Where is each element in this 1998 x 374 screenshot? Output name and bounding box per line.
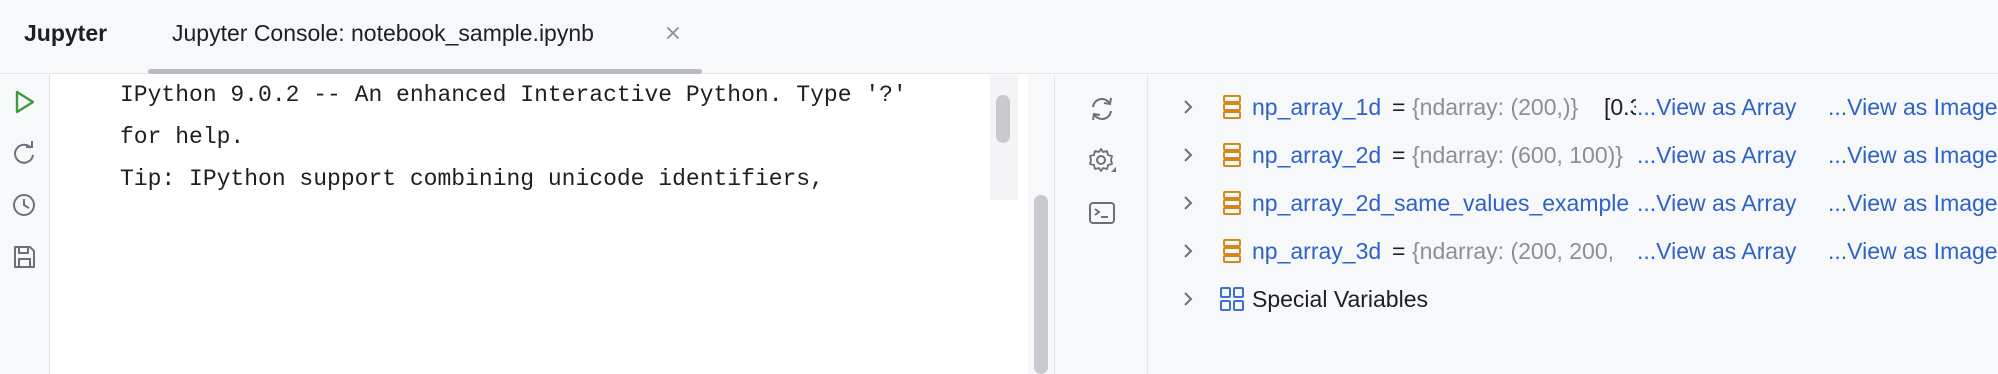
variable-equals: = xyxy=(1392,238,1406,264)
variable-row-np-array-1d[interactable]: np_array_1d = {ndarray: (200,)} [0.3 ...… xyxy=(1148,85,1998,129)
view-as-image-link[interactable]: ...View as Image xyxy=(1828,142,1998,169)
grid-icon xyxy=(1220,287,1244,311)
view-as-array-link[interactable]: ...View as Array xyxy=(1637,238,1796,265)
variables-toolbar xyxy=(1054,75,1148,374)
view-as-image-link[interactable]: ...View as Image xyxy=(1828,238,1998,265)
history-icon[interactable] xyxy=(9,190,39,220)
console-line: for help. xyxy=(120,124,245,150)
variable-name: np_array_2d_same_values_example xyxy=(1252,190,1630,216)
settings-icon[interactable] xyxy=(1087,146,1117,176)
variable-row-np-array-2d-same-values[interactable]: np_array_2d_same_values_example ...View … xyxy=(1148,181,1998,225)
variables-panel: np_array_1d = {ndarray: (200,)} [0.3 ...… xyxy=(1148,75,1998,374)
console-output[interactable]: IPython 9.0.2 -- An enhanced Interactive… xyxy=(50,75,1054,374)
array-icon xyxy=(1223,143,1241,167)
special-variables-label: Special Variables xyxy=(1252,286,1429,312)
view-as-image-link[interactable]: ...View as Image xyxy=(1828,190,1998,217)
array-icon xyxy=(1223,239,1241,263)
header-bar: Jupyter Jupyter Console: notebook_sample… xyxy=(0,0,1998,74)
tab-jupyter-console[interactable]: Jupyter Console: notebook_sample.ipynb xyxy=(148,0,702,74)
outer-scrollbar[interactable] xyxy=(1034,195,1048,374)
variable-row-np-array-2d[interactable]: np_array_2d = {ndarray: (600, 100)} ...V… xyxy=(1148,133,1998,177)
variable-type: {ndarray: (600, 100)} xyxy=(1412,142,1623,168)
view-as-array-link[interactable]: ...View as Array xyxy=(1637,190,1796,217)
array-icon xyxy=(1223,95,1241,119)
run-icon[interactable] xyxy=(9,87,39,117)
variable-row-np-array-3d[interactable]: np_array_3d = {ndarray: (200, 200, ...Vi… xyxy=(1148,229,1998,273)
variable-value: [0.3 xyxy=(1604,94,1636,120)
chevron-right-icon[interactable] xyxy=(1178,289,1198,309)
variable-type: {ndarray: (200, 200, xyxy=(1412,238,1615,264)
view-as-array-link[interactable]: ...View as Array xyxy=(1637,142,1796,169)
variable-equals: = xyxy=(1392,94,1406,120)
restart-icon[interactable] xyxy=(9,138,39,168)
special-variables-row[interactable]: Special Variables xyxy=(1148,277,1998,321)
close-icon[interactable] xyxy=(662,22,684,44)
chevron-right-icon[interactable] xyxy=(1178,97,1198,117)
save-icon[interactable] xyxy=(9,242,39,272)
refresh-icon[interactable] xyxy=(1087,94,1117,124)
chevron-right-icon[interactable] xyxy=(1178,193,1198,213)
view-as-image-link[interactable]: ...View as Image xyxy=(1828,94,1998,121)
inner-scrollbar[interactable] xyxy=(996,95,1010,143)
app-title: Jupyter xyxy=(24,20,108,46)
console-line: Tip: IPython support combining unicode i… xyxy=(120,166,824,192)
console-toolbar xyxy=(0,75,50,374)
variable-equals: = xyxy=(1392,142,1406,168)
terminal-icon[interactable] xyxy=(1087,198,1117,228)
chevron-right-icon[interactable] xyxy=(1178,145,1198,165)
tab-label: Jupyter Console: notebook_sample.ipynb xyxy=(172,20,594,46)
view-as-array-link[interactable]: ...View as Array xyxy=(1637,94,1796,121)
chevron-right-icon[interactable] xyxy=(1178,241,1198,261)
variable-type: {ndarray: (200,)} xyxy=(1412,94,1579,120)
active-tab-indicator xyxy=(148,69,702,74)
array-icon xyxy=(1223,191,1241,215)
console-line: IPython 9.0.2 -- An enhanced Interactive… xyxy=(120,82,907,108)
